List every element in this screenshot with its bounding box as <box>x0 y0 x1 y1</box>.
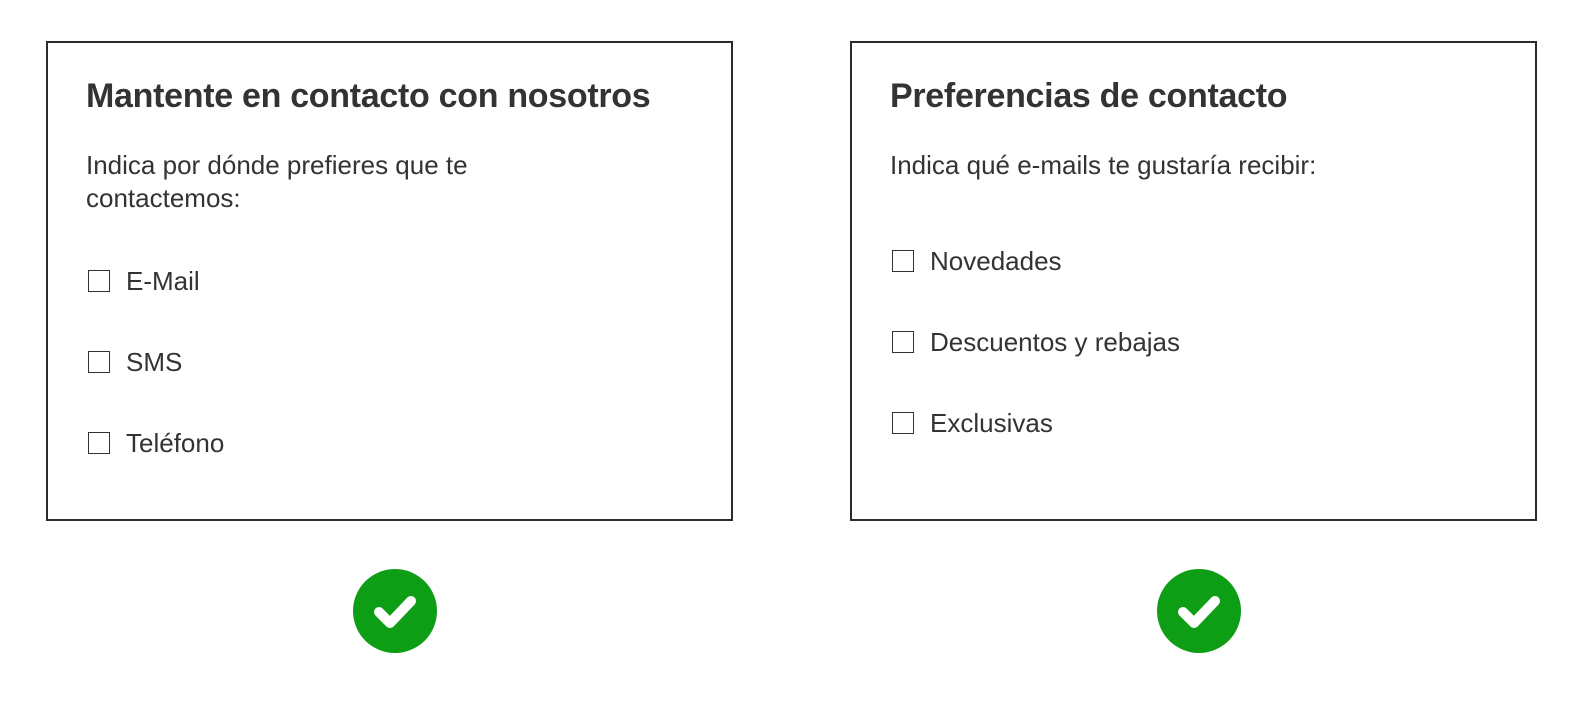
option-label: Exclusivas <box>930 407 1053 438</box>
sms-checkbox[interactable] <box>88 351 110 373</box>
phone-checkbox[interactable] <box>88 432 110 454</box>
checkmark-icon <box>374 596 416 628</box>
option-discounts[interactable]: Descuentos y rebajas <box>892 327 1180 357</box>
discounts-checkbox[interactable] <box>892 331 914 353</box>
option-label: SMS <box>126 346 183 377</box>
panel-title: Mantente en contacto con nosotros <box>86 77 651 115</box>
email-checkbox[interactable] <box>88 270 110 292</box>
option-exclusives[interactable]: Exclusivas <box>892 408 1053 438</box>
option-label: Teléfono <box>126 427 225 458</box>
option-email[interactable]: E-Mail <box>88 266 200 296</box>
news-checkbox[interactable] <box>892 250 914 272</box>
panel-title: Preferencias de contacto <box>890 77 1288 115</box>
option-news[interactable]: Novedades <box>892 246 1062 276</box>
check-circle-icon <box>1157 569 1241 653</box>
checkmark-icon <box>1178 596 1220 628</box>
check-circle-icon <box>353 569 437 653</box>
option-label: E-Mail <box>126 265 200 296</box>
option-label: Descuentos y rebajas <box>930 326 1181 357</box>
option-label: Novedades <box>930 245 1062 276</box>
exclusives-checkbox[interactable] <box>892 412 914 434</box>
panel-description: Indica por dónde prefieres que te contac… <box>86 150 468 213</box>
panel-description: Indica qué e-mails te gustaría recibir: <box>890 150 1317 180</box>
option-phone[interactable]: Teléfono <box>88 428 224 458</box>
contact-channel-panel: Mantente en contacto con nosotros Indica… <box>46 41 733 521</box>
option-sms[interactable]: SMS <box>88 347 182 377</box>
email-preferences-panel: Preferencias de contacto Indica qué e-ma… <box>850 41 1537 521</box>
